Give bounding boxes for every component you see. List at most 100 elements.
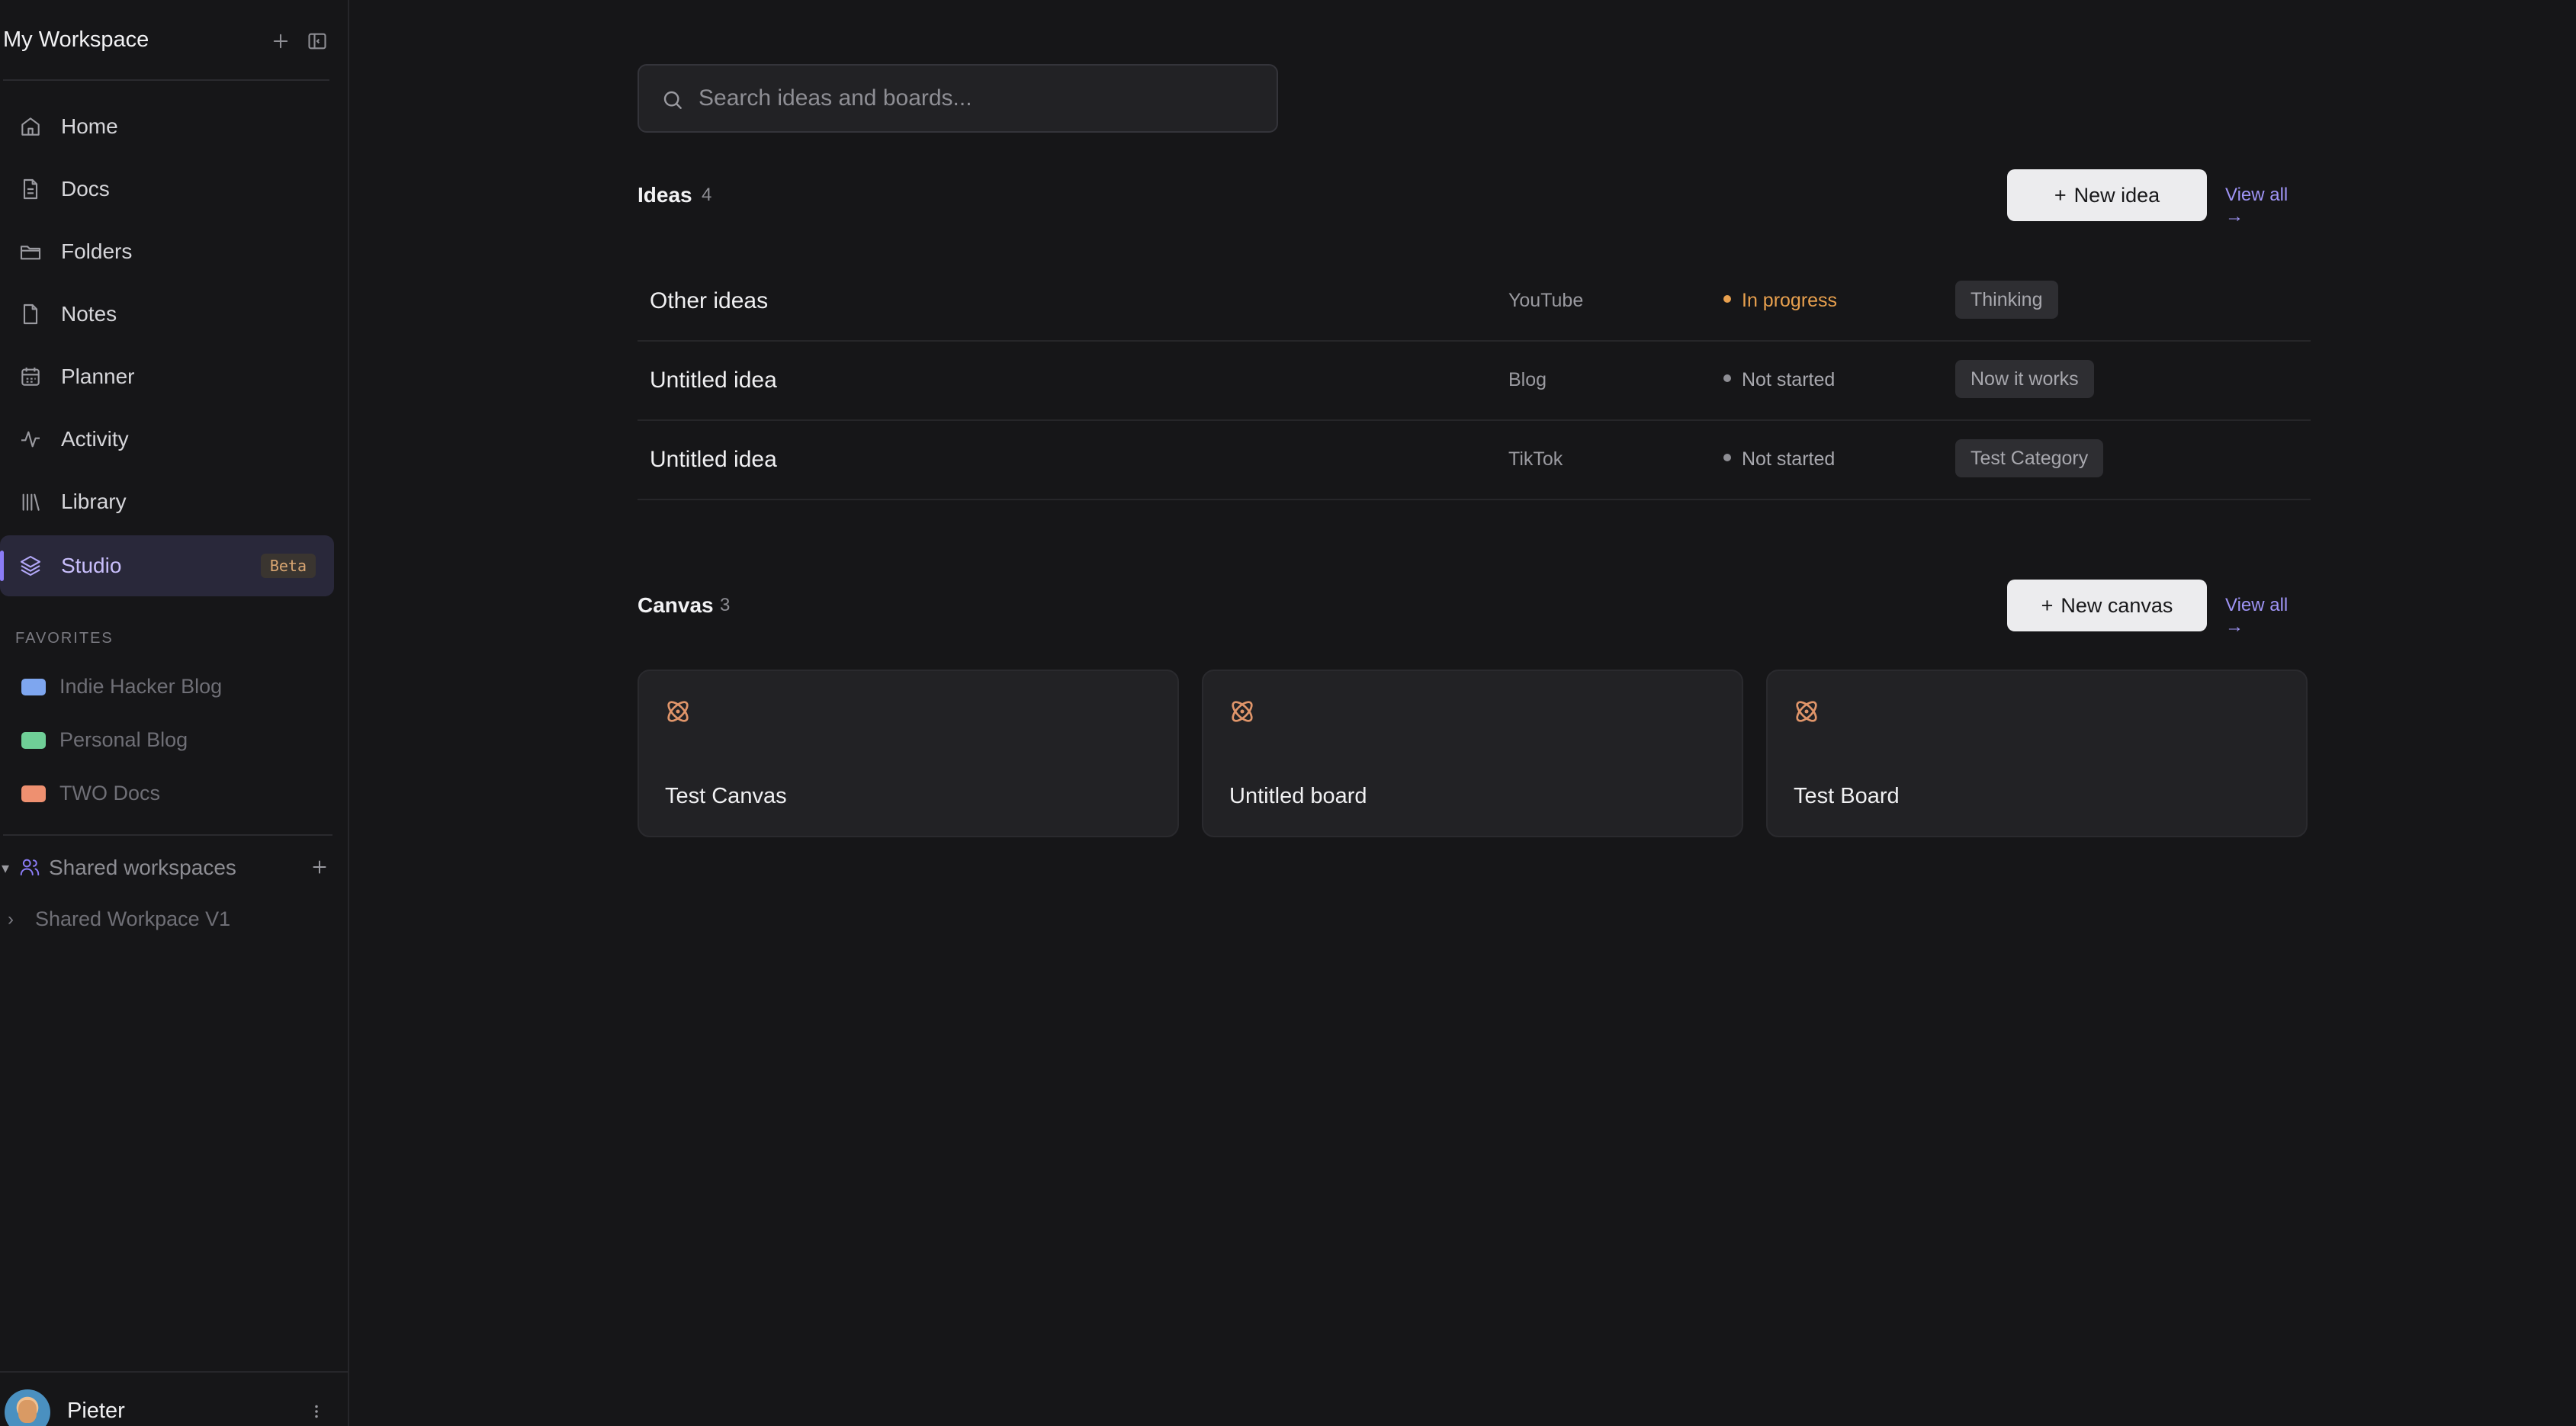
beta-badge: Beta [260,554,316,578]
activity-icon [21,431,40,448]
canvas-name: Test Board [1794,784,1900,808]
library-icon [22,493,40,511]
color-swatch [21,679,46,695]
ideas-view-all-link[interactable]: View all → [2225,185,2311,227]
shared-workspaces-header[interactable]: ▾ Shared workspaces [0,846,334,889]
more-vertical-icon[interactable] [307,1400,326,1423]
folder-icon [20,246,41,260]
nav-item-label: Notes [61,302,117,326]
nav-item-studio[interactable]: Studio Beta [0,535,334,596]
user-name: Pieter [67,1399,125,1423]
nav-item-home[interactable]: Home [0,96,334,157]
category-tag: Thinking [1955,281,2058,319]
status-label: In progress [1742,290,1838,311]
table-row[interactable]: Untitled idea Blog Not started Now it wo… [638,343,2311,421]
status-label: Not started [1742,369,1836,390]
avatar[interactable] [5,1389,50,1426]
sidebar-collapse-icon[interactable] [307,31,328,52]
atom-icon [1232,701,1253,722]
nav-item-label: Docs [61,177,110,201]
note-icon [23,304,38,325]
new-idea-button[interactable]: + New idea [2007,169,2207,221]
table-row[interactable]: Untitled idea TikTok Not started Test Ca… [638,422,2311,500]
status-dot [1723,295,1731,304]
nav-item-docs[interactable]: Docs [0,159,334,220]
nav-item-label: Activity [61,427,129,451]
status-badge: In progress [1723,290,1837,312]
calendar-icon [21,368,40,386]
main-content: Ideas 4 + New idea View all → Other idea… [351,0,2576,1426]
add-icon[interactable] [270,31,291,52]
workspace-title[interactable]: My Workspace [3,27,149,53]
status-dot [1723,374,1731,383]
chevron-right-icon[interactable]: › [8,909,14,930]
plus-icon: + [2054,183,2067,207]
status-label: Not started [1742,448,1836,470]
add-icon[interactable] [310,857,329,877]
new-canvas-button[interactable]: + New canvas [2007,580,2207,631]
users-icon [20,859,40,875]
favorites-heading: FAVORITES [15,630,114,647]
canvas-title: Canvas [638,593,714,617]
shared-workspaces-label: Shared workspaces [49,856,236,879]
nav-item-label: Planner [61,365,135,388]
idea-name: Other ideas [650,288,769,313]
idea-name: Untitled idea [650,368,777,393]
atom-icon [1796,701,1817,722]
nav-item-label: Library [61,490,127,513]
search-box[interactable] [638,64,1278,133]
nav-item-label: Home [61,114,118,138]
caret-down-icon[interactable]: ▾ [2,859,9,878]
shared-workspace-label: Shared Workpace V1 [35,907,231,930]
ideas-title: Ideas [638,183,692,207]
canvas-count: 3 [720,595,731,615]
favorite-item[interactable]: Indie Hacker Blog [0,662,334,711]
plus-icon: + [2041,593,2054,617]
canvas-card[interactable]: Test Canvas [638,670,1179,837]
home-icon [21,117,40,136]
divider [0,1371,349,1373]
nav-item-label: Folders [61,239,133,263]
canvas-card[interactable]: Test Board [1766,670,2308,837]
table-row[interactable]: Other ideas YouTube In progress Thinking [638,264,2311,342]
canvas-card[interactable]: Untitled board [1202,670,1743,837]
color-swatch [21,785,46,802]
ideas-header: Ideas 4 + New idea View all → [638,169,2311,226]
canvas-header: Canvas 3 + New canvas View all → [638,580,2311,637]
category-tag: Now it works [1955,360,2094,398]
user-profile[interactable]: Pieter [0,1380,349,1426]
document-icon [23,178,38,200]
status-badge: Not started [1723,369,1835,391]
idea-channel: Blog [1508,369,1547,390]
nav-item-planner[interactable]: Planner [0,346,334,407]
divider [3,79,329,81]
nav-item-folders[interactable]: Folders [0,221,334,282]
favorite-label: Indie Hacker Blog [59,675,223,698]
nav-item-library[interactable]: Library [0,471,334,532]
canvas-grid: Test Canvas Untitled board Test Board [638,670,2311,839]
idea-channel: TikTok [1508,448,1563,470]
search-input[interactable] [699,66,1263,131]
status-badge: Not started [1723,448,1835,471]
shared-workspace-item[interactable]: › Shared Workpace V1 [0,898,334,941]
search-icon [663,91,682,109]
idea-name: Untitled idea [650,447,777,472]
category-tag: Test Category [1955,439,2104,477]
new-idea-label: New idea [2073,183,2160,207]
favorite-item[interactable]: TWO Docs [0,769,334,817]
atom-icon [667,701,689,722]
divider [3,834,332,836]
workspace-header: My Workspace [0,0,349,81]
new-canvas-label: New canvas [2060,593,2173,617]
canvas-name: Untitled board [1229,784,1367,808]
canvas-view-all-link[interactable]: View all → [2225,595,2311,638]
favorite-label: TWO Docs [59,782,160,805]
favorite-item[interactable]: Personal Blog [0,715,334,764]
idea-channel: YouTube [1508,290,1584,311]
layers-icon [20,555,41,577]
status-dot [1723,454,1731,462]
nav-item-label: Studio [61,554,122,577]
nav-item-notes[interactable]: Notes [0,284,334,345]
favorite-label: Personal Blog [59,728,188,751]
nav-item-activity[interactable]: Activity [0,409,334,470]
